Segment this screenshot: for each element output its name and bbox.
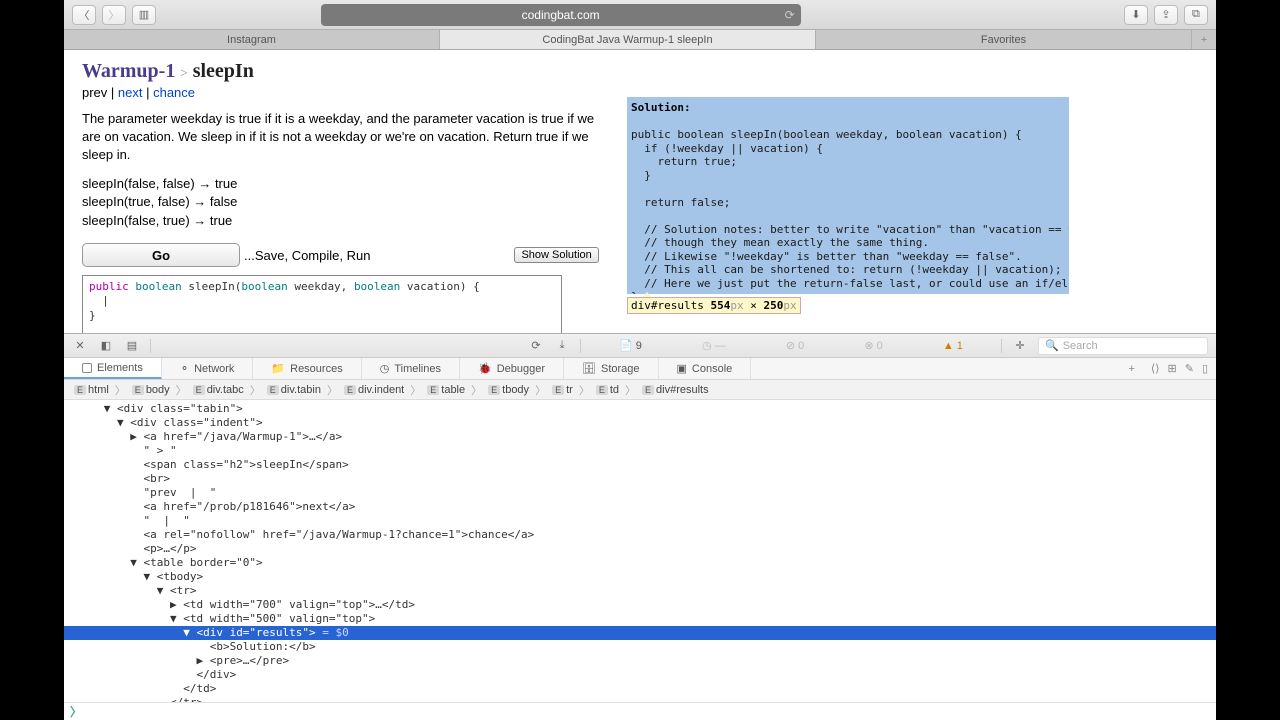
tab-debugger[interactable]: 🐞Debugger bbox=[460, 358, 564, 379]
time-indicator: ◷ — bbox=[702, 339, 726, 352]
go-hint: ...Save, Compile, Run bbox=[244, 248, 370, 263]
tab-resources[interactable]: 📁Resources bbox=[253, 358, 361, 379]
dom-line[interactable]: </div> bbox=[64, 668, 1216, 682]
close-devtools-icon[interactable]: ✕ bbox=[72, 338, 88, 354]
dom-line[interactable]: <b>Solution:</b> bbox=[64, 640, 1216, 654]
devtools-toolbar: ✕ ◧ ▤ ⟳ ⤓ 📄 9 ◷ — ⊘ 0 ⊗ 0 ▲ 1 ✛ 🔍 Search bbox=[64, 334, 1216, 358]
dom-line[interactable]: ▶ <td width="700" valign="top">…</td> bbox=[64, 598, 1216, 612]
reload-icon[interactable]: ⟳ bbox=[528, 338, 544, 354]
layout-icon[interactable]: ⊞ bbox=[1168, 362, 1177, 375]
new-tab-button[interactable]: + bbox=[1192, 30, 1216, 49]
devtools: ✕ ◧ ▤ ⟳ ⤓ 📄 9 ◷ — ⊘ 0 ⊗ 0 ▲ 1 ✛ 🔍 Search bbox=[64, 333, 1216, 720]
timelines-icon: ◷ bbox=[380, 362, 390, 375]
next-link[interactable]: next bbox=[118, 85, 143, 100]
dom-line-selected[interactable]: ▼ <div id="results"> = $0 bbox=[64, 626, 1216, 640]
sidebar-toggle-button[interactable]: ▥ bbox=[132, 5, 156, 25]
devtools-search[interactable]: 🔍 Search bbox=[1038, 337, 1208, 355]
paint-icon[interactable]: ✎ bbox=[1185, 362, 1194, 375]
tab-favorites[interactable]: Favorites bbox=[816, 30, 1192, 49]
tab-storage[interactable]: 🗄Storage bbox=[564, 358, 659, 379]
dom-line[interactable]: " | " bbox=[64, 514, 1216, 528]
warning-count: ▲ 1 bbox=[943, 340, 963, 352]
bc-tr[interactable]: Etr bbox=[550, 384, 575, 396]
resources-icon: 📁 bbox=[271, 362, 285, 375]
bc-div-tabc[interactable]: Ediv.tabc bbox=[191, 384, 246, 396]
tab-timelines[interactable]: ◷Timelines bbox=[362, 358, 460, 379]
tab-instagram[interactable]: Instagram bbox=[64, 30, 440, 49]
devtools-tabs: Elements ⚬Network 📁Resources ◷Timelines … bbox=[64, 358, 1216, 380]
share-button[interactable]: ⇪ bbox=[1154, 5, 1178, 25]
bc-td[interactable]: Etd bbox=[594, 384, 621, 396]
dom-line[interactable]: ▼ <table border="0"> bbox=[64, 556, 1216, 570]
dom-line[interactable]: <a href="/prob/p181646">next</a> bbox=[64, 500, 1216, 514]
dom-tree[interactable]: ▼ <div class="tabin"> ▼ <div class="inde… bbox=[64, 400, 1216, 702]
bc-table[interactable]: Etable bbox=[425, 384, 467, 396]
console-icon: ▣ bbox=[677, 362, 687, 375]
debugger-icon: 🐞 bbox=[478, 362, 492, 375]
bc-html[interactable]: Ehtml bbox=[72, 384, 111, 396]
dom-line[interactable]: <p>…</p> bbox=[64, 542, 1216, 556]
network-icon: ⚬ bbox=[180, 362, 189, 375]
dock-bottom-icon[interactable]: ▤ bbox=[124, 338, 140, 354]
nav-forward-button[interactable]: 〉 bbox=[102, 5, 126, 25]
page-content: Warmup-1 > sleepIn prev | next | chance … bbox=[64, 50, 1216, 333]
error-count: ⊗ 0 bbox=[864, 339, 882, 352]
dom-line[interactable]: ▶ <pre>…</pre> bbox=[64, 654, 1216, 668]
search-icon: 🔍 bbox=[1045, 339, 1059, 352]
add-tab-button[interactable]: + bbox=[1120, 358, 1142, 379]
tab-elements[interactable]: Elements bbox=[64, 358, 162, 379]
url-text: codingbat.com bbox=[522, 8, 600, 22]
element-picker-icon[interactable]: ✛ bbox=[1012, 338, 1028, 354]
tab-console[interactable]: ▣Console bbox=[659, 358, 752, 379]
dom-line[interactable]: " > " bbox=[64, 444, 1216, 458]
dom-line[interactable]: ▼ <div class="tabin"> bbox=[64, 402, 1216, 416]
tab-network[interactable]: ⚬Network bbox=[162, 358, 254, 379]
inspector-highlight: Solution: public boolean sleepIn(boolean… bbox=[627, 97, 1069, 294]
code-editor[interactable]: public boolean sleepIn(boolean weekday, … bbox=[82, 275, 562, 333]
elements-icon bbox=[82, 363, 92, 373]
bc-div-tabin[interactable]: Ediv.tabin bbox=[265, 384, 323, 396]
dock-left-icon[interactable]: ◧ bbox=[98, 338, 114, 354]
dom-line[interactable]: ▼ <tbody> bbox=[64, 570, 1216, 584]
download-icon[interactable]: ⤓ bbox=[554, 338, 570, 354]
resources-count: 📄 9 bbox=[619, 339, 642, 352]
go-button[interactable]: Go bbox=[82, 243, 240, 267]
nav-back-button[interactable]: 〈 bbox=[72, 5, 96, 25]
dom-line[interactable]: <span class="h2">sleepIn</span> bbox=[64, 458, 1216, 472]
dom-breadcrumb: Ehtml〉 Ebody〉 Ediv.tabc〉 Ediv.tabin〉 Edi… bbox=[64, 380, 1216, 400]
downloads-button[interactable]: ⬇ bbox=[1124, 5, 1148, 25]
tab-codingbat[interactable]: CodingBat Java Warmup-1 sleepIn bbox=[440, 30, 816, 49]
log-count: ⊘ 0 bbox=[786, 339, 804, 352]
url-bar[interactable]: codingbat.com ⟳ bbox=[321, 4, 801, 26]
dom-line[interactable]: <a rel="nofollow" href="/java/Warmup-1?c… bbox=[64, 528, 1216, 542]
problem-description: The parameter weekday is true if it is a… bbox=[82, 110, 612, 165]
bc-body[interactable]: Ebody bbox=[130, 384, 172, 396]
browser-toolbar: 〈 〉 ▥ codingbat.com ⟳ ⬇ ⇪ ⧉ bbox=[64, 0, 1216, 30]
problem-title: Warmup-1 > sleepIn bbox=[82, 60, 1198, 83]
bc-div-results[interactable]: Ediv#results bbox=[640, 384, 711, 396]
node-path-icon[interactable]: ⟨⟩ bbox=[1151, 362, 1160, 375]
dom-line[interactable]: <br> bbox=[64, 472, 1216, 486]
storage-icon: 🗄 bbox=[582, 362, 596, 375]
tab-strip: Instagram CodingBat Java Warmup-1 sleepI… bbox=[64, 30, 1216, 50]
dom-line[interactable]: ▼ <div class="indent"> bbox=[64, 416, 1216, 430]
dom-line[interactable]: ▶ <a href="/java/Warmup-1">…</a> bbox=[64, 430, 1216, 444]
tabs-overview-button[interactable]: ⧉ bbox=[1184, 5, 1208, 25]
dom-line[interactable]: "prev | " bbox=[64, 486, 1216, 500]
dom-line[interactable]: </td> bbox=[64, 682, 1216, 696]
dom-line[interactable]: ▼ <td width="500" valign="top"> bbox=[64, 612, 1216, 626]
bc-tbody[interactable]: Etbody bbox=[486, 384, 531, 396]
dom-line[interactable]: ▼ <tr> bbox=[64, 584, 1216, 598]
show-solution-button[interactable]: Show Solution bbox=[514, 247, 598, 263]
bc-div-indent[interactable]: Ediv.indent bbox=[342, 384, 406, 396]
inspector-tooltip: div#results 554px × 250px bbox=[627, 297, 801, 314]
reload-icon[interactable]: ⟳ bbox=[785, 8, 795, 22]
detail-icon[interactable]: ▯ bbox=[1202, 362, 1208, 375]
chance-link[interactable]: chance bbox=[153, 85, 195, 100]
console-prompt[interactable]: 〉 bbox=[64, 702, 1216, 720]
